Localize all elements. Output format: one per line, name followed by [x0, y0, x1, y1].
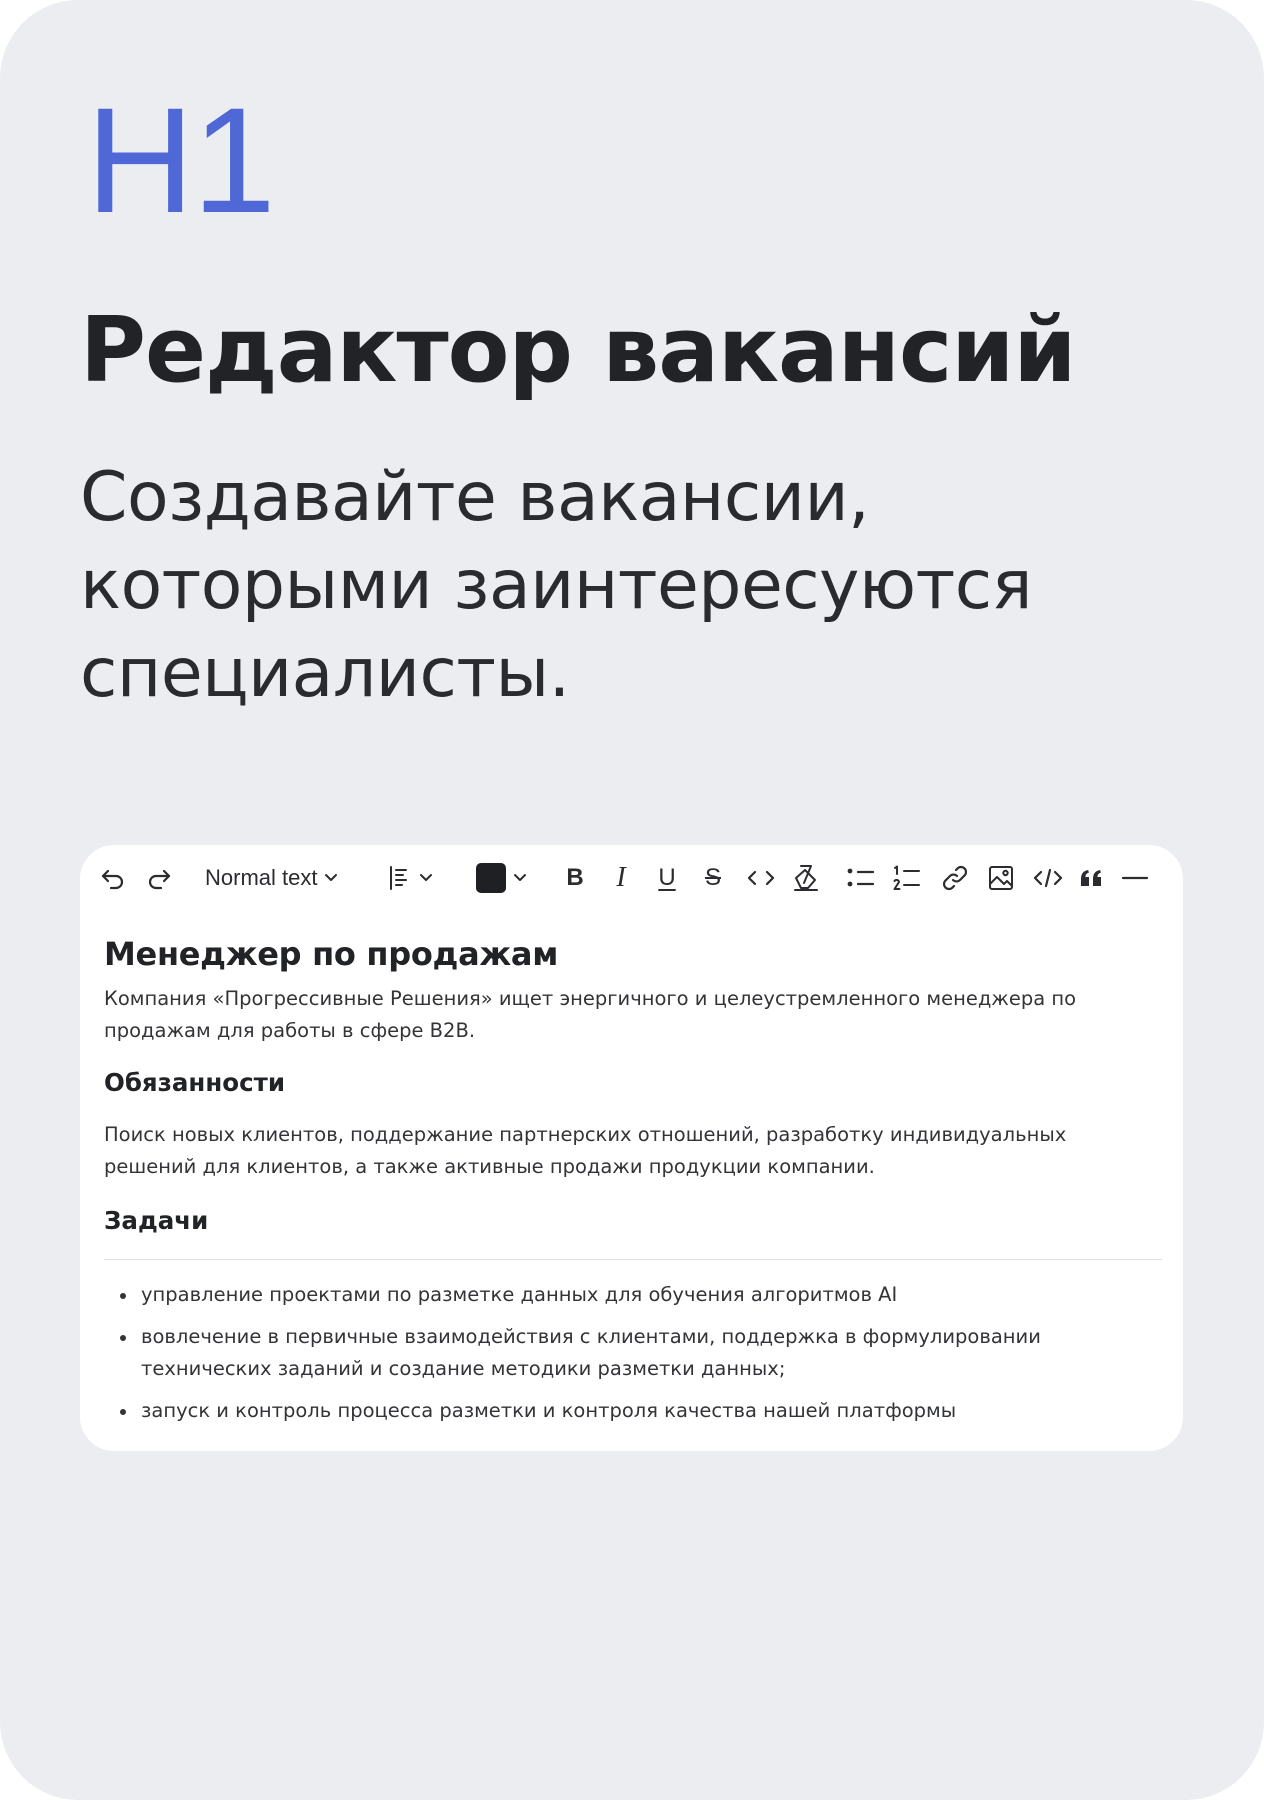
horizontal-rule-icon [1121, 876, 1149, 880]
section-heading-duties: Обязанности [104, 1068, 286, 1097]
list-item-text: вовлечение в первичные взаимодействия с … [141, 1321, 1151, 1385]
undo-icon [101, 869, 124, 890]
code-block-button[interactable] [1030, 861, 1066, 895]
list-item-text: управление проектами по разметке данных … [141, 1279, 1151, 1311]
chevron-down-icon [514, 874, 526, 881]
section-heading-tasks: Задачи [104, 1206, 209, 1235]
duties-paragraph: Поиск новых клиентов, поддержание партне… [104, 1119, 1144, 1183]
strikethrough-icon: S [704, 864, 721, 891]
bold-icon: B [566, 864, 584, 891]
numbered-list-button[interactable] [890, 861, 924, 895]
align-left-icon [390, 866, 407, 890]
insert-image-button[interactable] [984, 861, 1018, 895]
quote-icon [1081, 870, 1101, 886]
text-style-dropdown[interactable]: Normal text [205, 861, 365, 895]
insert-link-button[interactable] [938, 861, 972, 895]
list-item-line: технических заданий и создание методики … [141, 1357, 786, 1380]
list-item-text: запуск и контроль процесса разметки и ко… [141, 1395, 1151, 1427]
numbered-list-icon [893, 865, 920, 890]
bullet-dot-icon [120, 1293, 126, 1299]
paragraph-line: Компания «Прогрессивные Решения» ищет эн… [104, 987, 1077, 1010]
link-icon [942, 865, 968, 891]
chevron-down-icon [325, 874, 338, 881]
subtitle-line: специалисты. [80, 634, 570, 713]
alignment-dropdown[interactable] [388, 861, 442, 895]
undo-button[interactable] [98, 861, 128, 895]
inline-code-icon [747, 870, 775, 886]
italic-button[interactable]: I [606, 861, 636, 895]
chevron-down-icon [420, 874, 432, 881]
feature-card: H1 Редактор вакансий Создавайте вакансии… [0, 0, 1264, 1800]
italic-icon: I [616, 862, 626, 893]
inline-code-button[interactable] [744, 861, 778, 895]
intro-paragraph: Компания «Прогрессивные Решения» ищет эн… [104, 983, 1144, 1047]
list-item-line: вовлечение в первичные взаимодействия с … [141, 1325, 1041, 1348]
strikethrough-button[interactable]: S [698, 861, 728, 895]
text-style-label: Normal text [205, 865, 318, 890]
underline-button[interactable]: U [652, 861, 682, 895]
eraser-icon [794, 865, 818, 891]
divider [104, 1259, 1162, 1260]
list-item-line: управление проектами по разметке данных … [141, 1283, 898, 1306]
color-swatch [476, 863, 506, 893]
bold-button[interactable]: B [560, 861, 590, 895]
underline-icon: U [658, 864, 676, 891]
subtitle-line: которыми заинтересуются [80, 546, 1033, 625]
bullet-dot-icon [120, 1335, 126, 1341]
redo-button[interactable] [144, 861, 174, 895]
blockquote-button[interactable] [1076, 861, 1108, 895]
clear-formatting-button[interactable] [790, 861, 822, 895]
bullet-dot-icon [120, 1409, 126, 1415]
paragraph-line: Поиск новых клиентов, поддержание партне… [104, 1123, 1067, 1146]
paragraph-line: продажам для работы в сфере B2B. [104, 1019, 476, 1042]
image-icon [989, 866, 1013, 890]
heading-style-badge: H1 [86, 76, 276, 244]
page-title: Редактор вакансий [80, 298, 1076, 403]
redo-icon [148, 869, 171, 890]
page-subtitle: Создавайте вакансии, которыми заинтересу… [80, 454, 1140, 718]
code-block-icon [1033, 868, 1063, 888]
editor-toolbar: Normal text B I U S [80, 845, 1183, 913]
paragraph-line: решений для клиентов, а также активные п… [104, 1155, 875, 1178]
horizontal-rule-button[interactable] [1118, 861, 1152, 895]
text-color-dropdown[interactable] [476, 861, 536, 895]
bullet-list-button[interactable] [844, 861, 878, 895]
bullet-list-icon [847, 868, 875, 887]
document-title: Менеджер по продажам [104, 935, 559, 973]
list-item-line: запуск и контроль процесса разметки и ко… [141, 1399, 957, 1422]
rich-text-editor: Normal text B I U S Менеджер по продажам… [80, 845, 1183, 1451]
subtitle-line: Создавайте вакансии, [80, 458, 870, 537]
